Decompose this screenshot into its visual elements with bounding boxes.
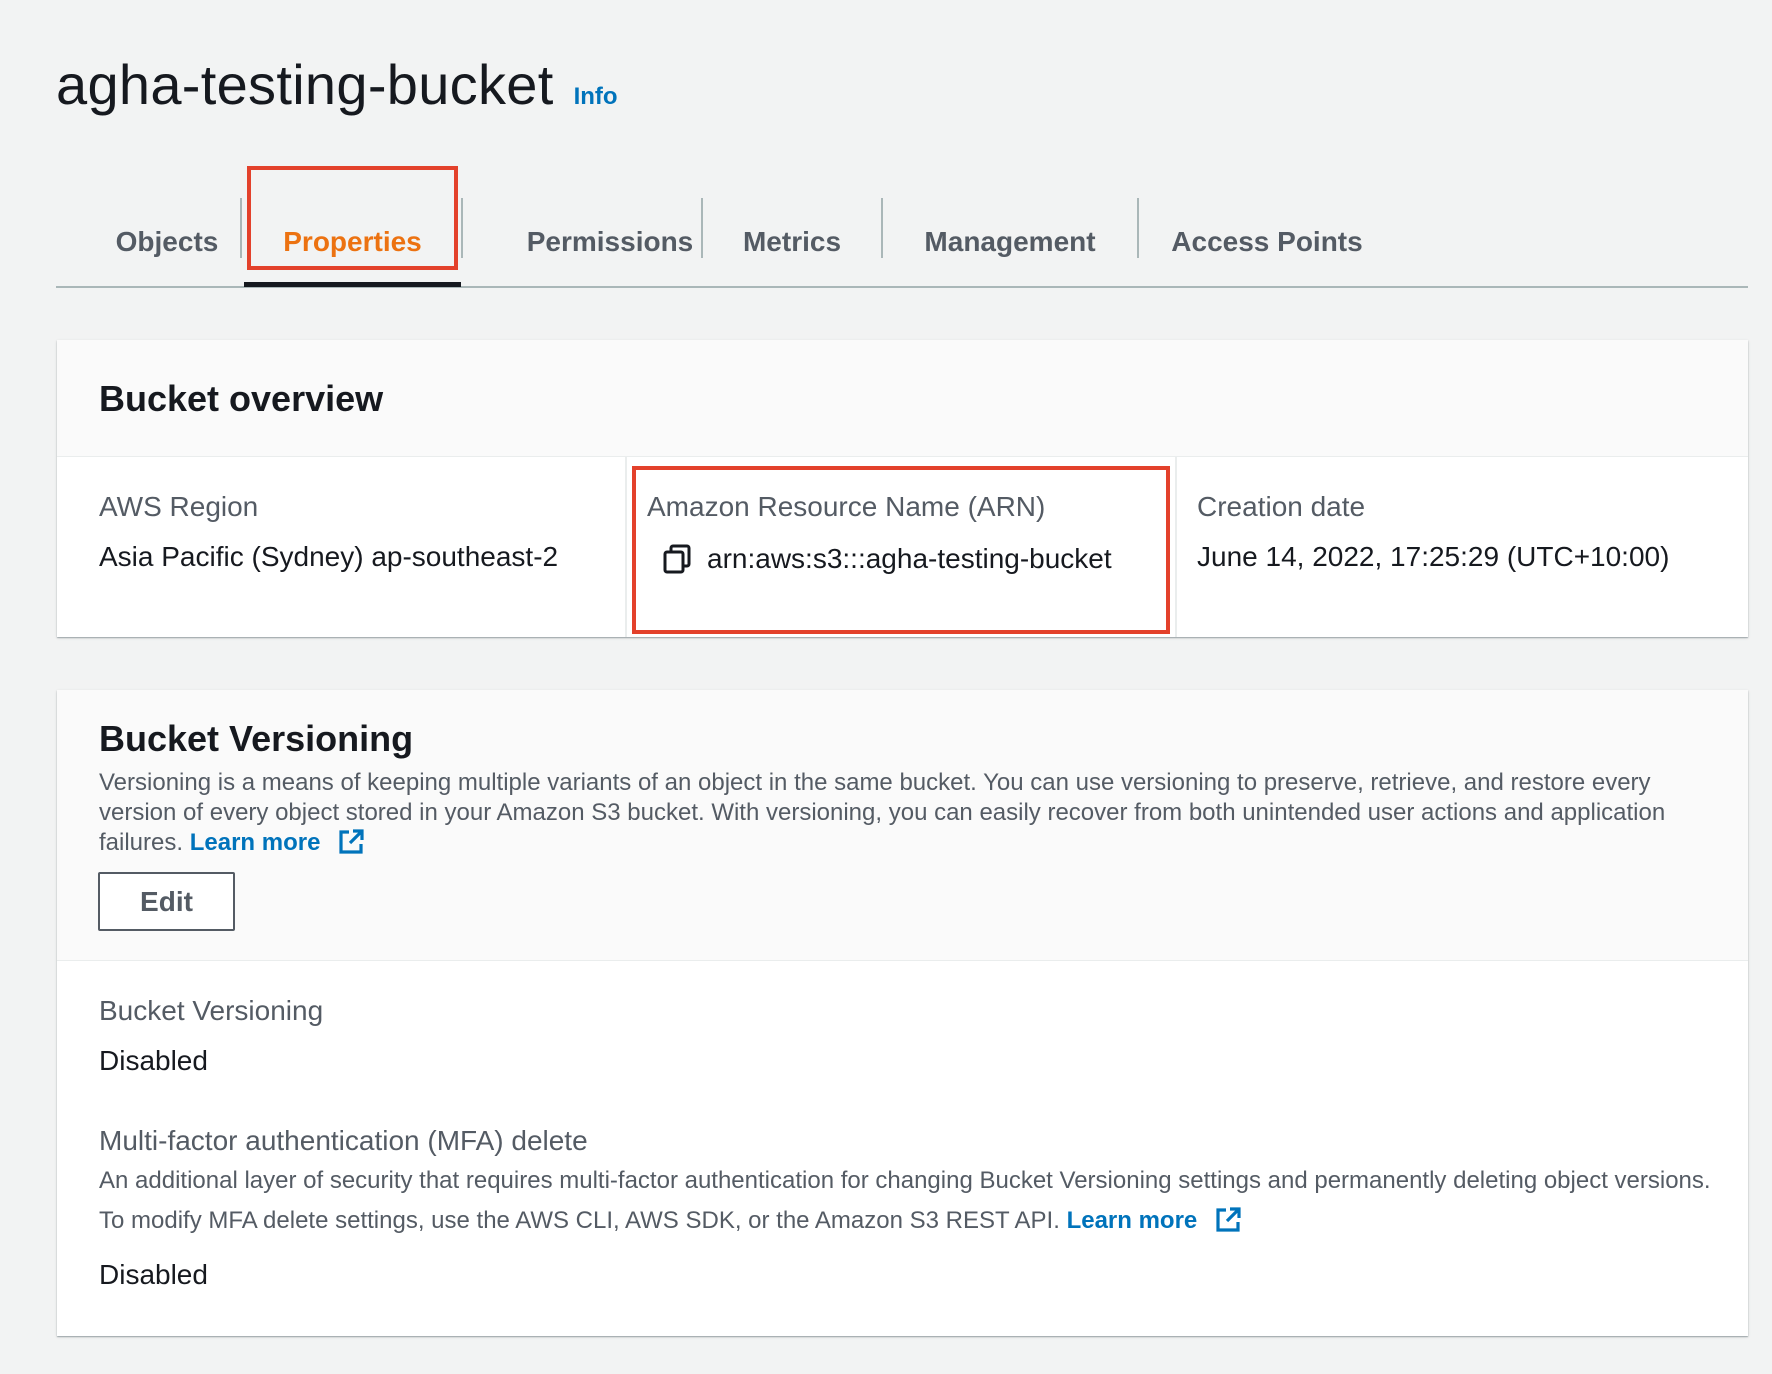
- page-header: agha-testing-bucket Info: [56, 52, 618, 117]
- versioning-status-label: Bucket Versioning: [99, 995, 324, 1026]
- tab-management[interactable]: Management: [883, 198, 1137, 286]
- arn-row: arn:aws:s3:::agha-testing-bucket: [663, 543, 1112, 575]
- tab-metrics[interactable]: Metrics: [703, 198, 881, 286]
- tab-access-points[interactable]: Access Points: [1139, 198, 1395, 286]
- learn-more-link[interactable]: Learn more: [190, 829, 321, 856]
- bucket-versioning-panel: Bucket Versioning Versioning is a means …: [57, 690, 1748, 1336]
- creation-date-column: Creation date June 14, 2022, 17:25:29 (U…: [1197, 491, 1669, 573]
- tab-bar: Objects Properties Permissions Metrics M…: [56, 198, 1748, 288]
- versioning-status-value: Disabled: [99, 1045, 208, 1076]
- arn-label: Amazon Resource Name (ARN): [647, 491, 1046, 522]
- bucket-versioning-body: Bucket Versioning Disabled Multi-factor …: [57, 961, 1748, 1336]
- mfa-description-text: An additional layer of security that req…: [99, 1167, 1711, 1234]
- mfa-description: An additional layer of security that req…: [99, 1161, 1719, 1241]
- mfa-delete-value: Disabled: [99, 1259, 208, 1290]
- versioning-description-text: Versioning is a means of keeping multipl…: [99, 769, 1666, 856]
- mfa-learn-more-link[interactable]: Learn more: [1067, 1207, 1198, 1234]
- bucket-versioning-title: Bucket Versioning: [99, 718, 414, 759]
- region-value: Asia Pacific (Sydney) ap-southeast-2: [99, 541, 559, 572]
- bucket-overview-panel: Bucket overview AWS Region Asia Pacific …: [57, 340, 1748, 637]
- page-title: agha-testing-bucket: [56, 53, 554, 116]
- mfa-delete-label: Multi-factor authentication (MFA) delete: [99, 1125, 588, 1156]
- bucket-overview-header: Bucket overview: [57, 340, 1748, 457]
- region-column: AWS Region Asia Pacific (Sydney) ap-sout…: [99, 491, 558, 573]
- bucket-overview-title: Bucket overview: [99, 378, 384, 419]
- arn-value: arn:aws:s3:::agha-testing-bucket: [707, 543, 1112, 574]
- tab-properties[interactable]: Properties: [244, 198, 461, 286]
- external-link-icon[interactable]: [1214, 1206, 1242, 1234]
- bucket-overview-body: AWS Region Asia Pacific (Sydney) ap-sout…: [57, 457, 1748, 637]
- tab-objects[interactable]: Objects: [96, 198, 238, 286]
- edit-button[interactable]: Edit: [98, 872, 235, 931]
- column-divider: [1175, 457, 1177, 637]
- tab-separator: [240, 198, 242, 258]
- bucket-versioning-header: Bucket Versioning Versioning is a means …: [57, 690, 1748, 961]
- versioning-description: Versioning is a means of keeping multipl…: [99, 768, 1719, 858]
- column-divider: [625, 457, 627, 637]
- region-label: AWS Region: [99, 491, 259, 522]
- active-tab-indicator: [244, 282, 461, 287]
- arn-column: Amazon Resource Name (ARN) arn:aws:s3:::…: [647, 491, 1112, 575]
- info-link[interactable]: Info: [574, 83, 618, 111]
- copy-icon[interactable]: [663, 544, 691, 574]
- external-link-icon[interactable]: [337, 828, 365, 856]
- creation-date-value: June 14, 2022, 17:25:29 (UTC+10:00): [1197, 541, 1670, 572]
- creation-date-label: Creation date: [1197, 491, 1366, 522]
